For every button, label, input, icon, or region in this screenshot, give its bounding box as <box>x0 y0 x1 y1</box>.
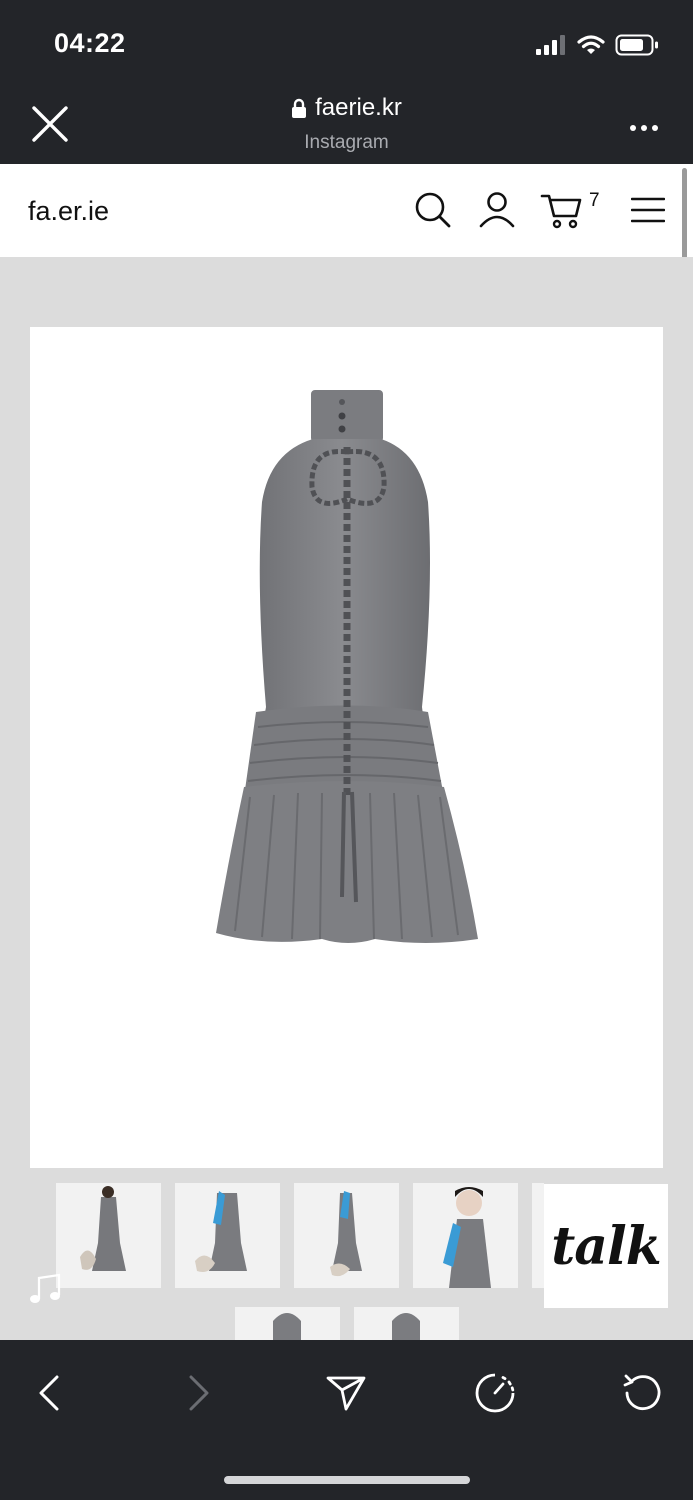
chevron-right-icon <box>189 1375 209 1411</box>
site-header: fa.er.ie 7 <box>0 164 693 257</box>
product-thumbnail[interactable] <box>235 1307 340 1340</box>
site-logo[interactable]: fa.er.ie <box>28 196 109 227</box>
product-main-image[interactable] <box>30 327 663 1168</box>
forward-button[interactable] <box>174 1368 224 1418</box>
send-icon <box>326 1376 366 1411</box>
menu-icon[interactable] <box>631 196 665 224</box>
home-indicator <box>224 1476 470 1484</box>
music-note-icon <box>30 1273 61 1303</box>
cart-icon[interactable] <box>540 192 586 230</box>
product-thumbnail[interactable] <box>532 1183 544 1288</box>
more-options-icon[interactable] <box>629 118 659 132</box>
product-thumbnail[interactable] <box>175 1183 280 1288</box>
url-display: faerie.kr <box>0 94 693 122</box>
refresh-icon <box>623 1374 661 1410</box>
status-icons <box>535 32 659 58</box>
product-page: talk <box>0 257 693 1340</box>
wifi-icon <box>577 35 605 54</box>
battery-icon <box>615 34 658 56</box>
chevron-left-icon <box>39 1375 59 1411</box>
domain-text: faerie.kr <box>315 94 402 121</box>
dress-image <box>216 390 478 943</box>
account-icon[interactable] <box>478 190 516 230</box>
source-app-label: Instagram <box>304 132 389 153</box>
cart-count-badge: 7 <box>589 190 600 211</box>
share-button[interactable] <box>321 1368 371 1418</box>
speedometer-icon <box>475 1373 515 1413</box>
status-time: 04:22 <box>54 28 126 58</box>
lock-icon <box>292 98 307 118</box>
signal-icon <box>536 35 565 55</box>
chat-talk-button[interactable]: talk <box>544 1184 668 1308</box>
reload-button[interactable] <box>618 1368 668 1418</box>
search-icon[interactable] <box>413 190 453 230</box>
product-thumbnail[interactable] <box>294 1183 399 1288</box>
product-thumbnail[interactable] <box>56 1183 161 1288</box>
talk-label: talk <box>551 1215 661 1277</box>
in-app-browser-header: faerie.kr Instagram <box>0 84 693 164</box>
back-button[interactable] <box>24 1368 74 1418</box>
status-bar: 04:22 <box>0 0 693 84</box>
product-thumbnail[interactable] <box>413 1183 518 1288</box>
product-thumbnail[interactable] <box>354 1307 459 1340</box>
speed-button[interactable] <box>470 1368 520 1418</box>
